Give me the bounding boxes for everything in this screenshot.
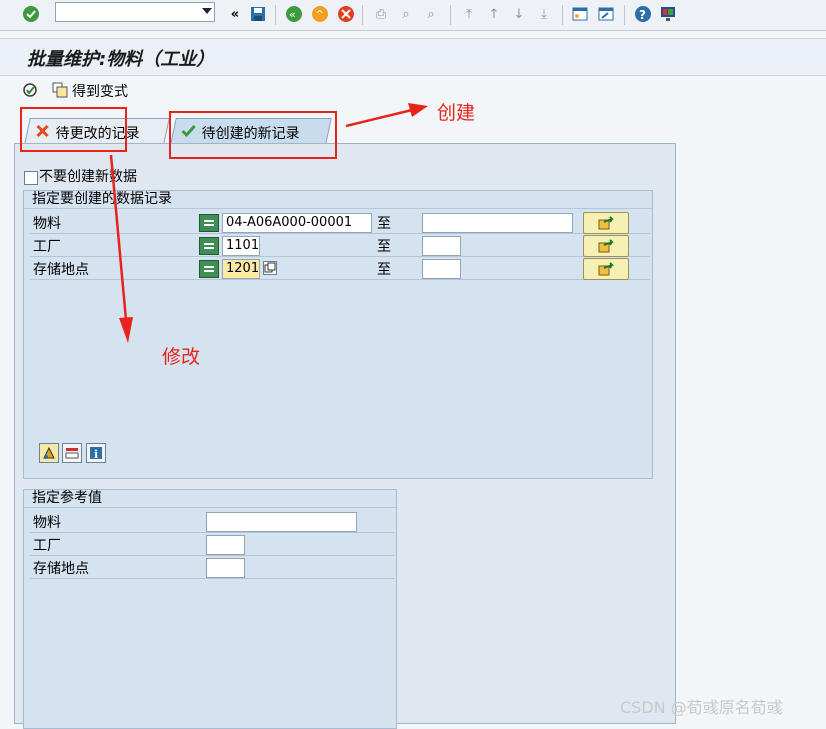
annotation-arrows xyxy=(109,103,428,343)
watermark: CSDN @荀彧原名荀彧 xyxy=(620,698,783,717)
annotation-create-text: 创建 xyxy=(437,102,476,124)
annotation-modify-text: 修改 xyxy=(162,346,201,368)
